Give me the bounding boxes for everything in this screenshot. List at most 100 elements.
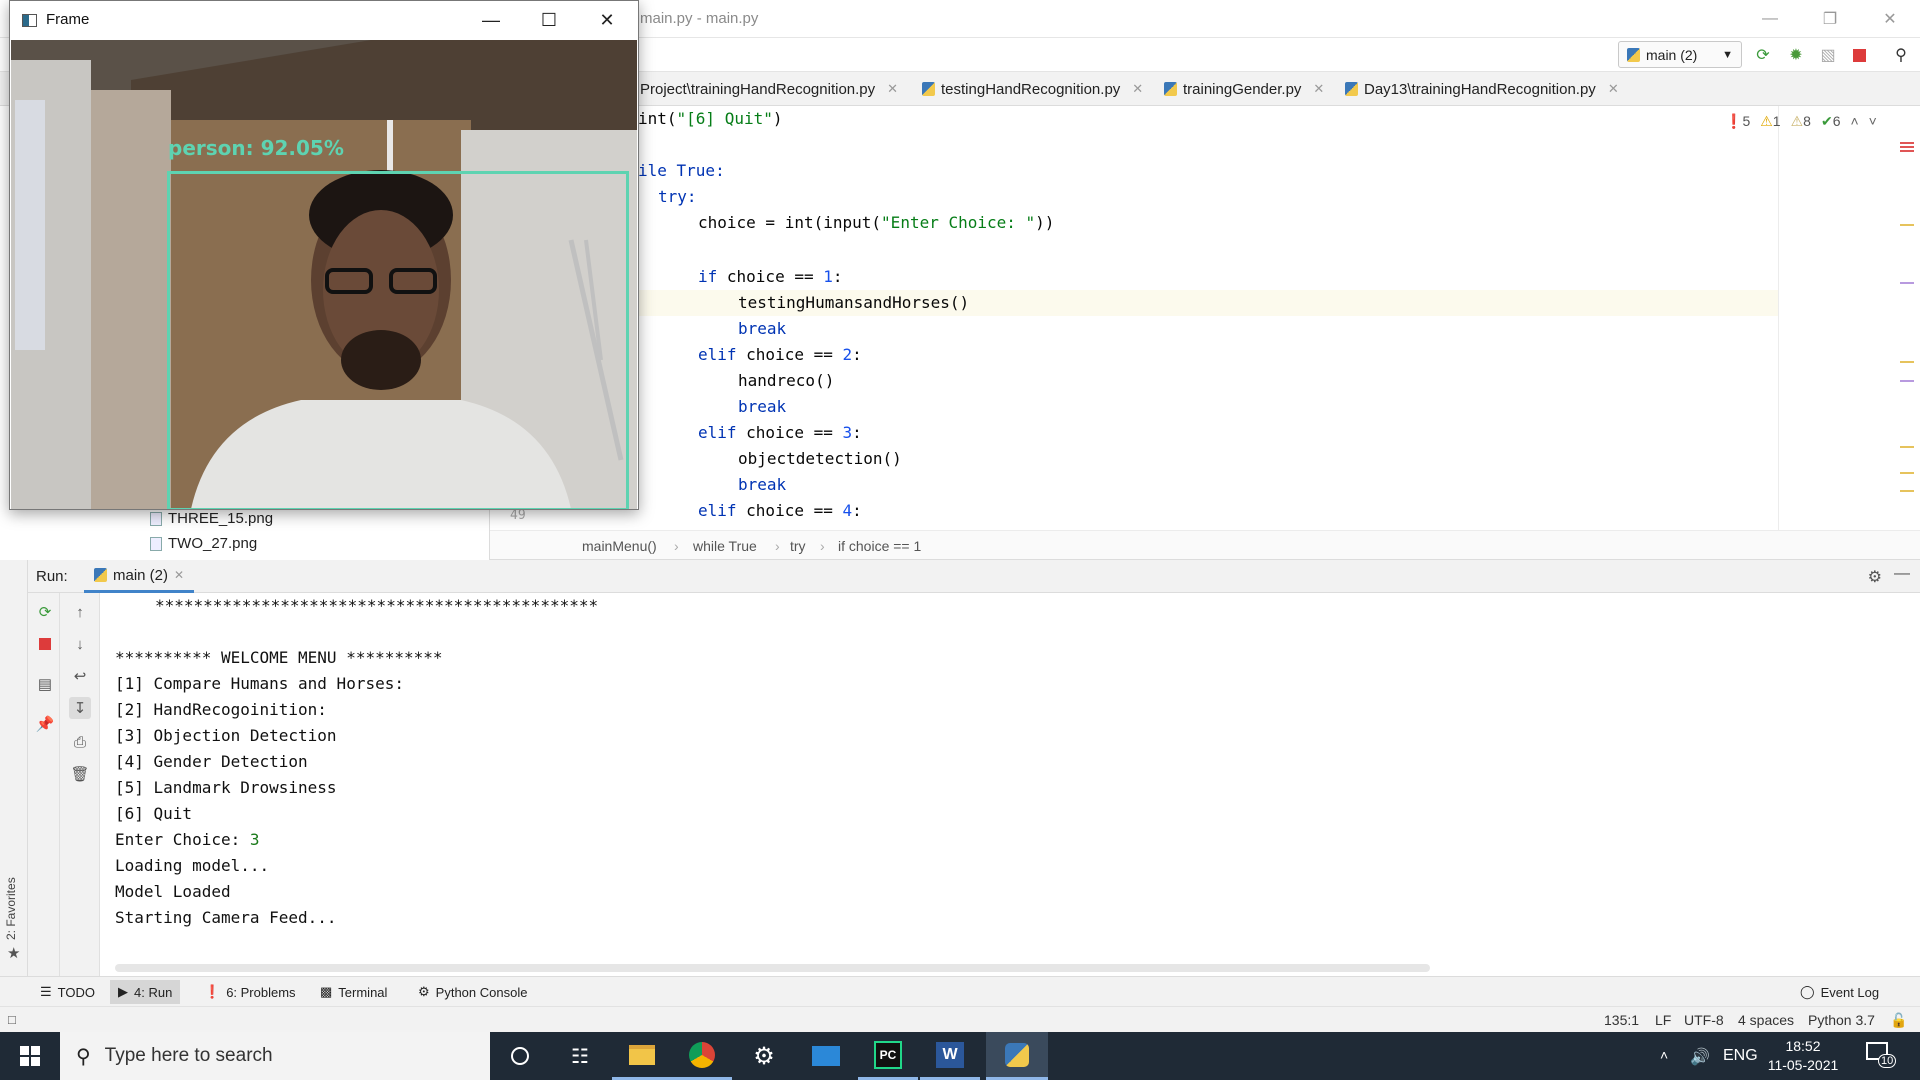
cortana-button[interactable] [490, 1032, 550, 1080]
image-file-icon [150, 511, 162, 526]
stop-icon[interactable] [1848, 44, 1870, 66]
error-count[interactable]: ❗5 [1725, 113, 1750, 130]
tab-day13-traininghandrecognition[interactable]: Day13\trainingHandRecognition.py ✕ [1345, 72, 1619, 106]
notification-center-icon[interactable]: 10 [1866, 1042, 1897, 1070]
run-tab-main[interactable]: main (2) ✕ [84, 560, 195, 593]
gear-icon[interactable]: ⚙ [1868, 567, 1882, 587]
coverage-icon[interactable]: ▧ [1817, 44, 1839, 66]
clock[interactable]: 18:52 11-05-2021 [1758, 1037, 1848, 1075]
warning-stripe-mark[interactable] [1900, 361, 1914, 363]
line-separator[interactable]: LF [1655, 1012, 1671, 1028]
breadcrumb-item[interactable]: if choice == 1 [838, 538, 921, 554]
list-icon: ☰ [40, 984, 52, 999]
run-config-select[interactable]: main (2) ▼ [1618, 41, 1742, 68]
close-icon[interactable]: ✕ [1313, 81, 1324, 97]
console-horizontal-scrollbar[interactable] [115, 964, 1430, 972]
start-button[interactable] [0, 1032, 60, 1080]
code-editor[interactable]: int("[6] Quit") ile True: try: choice = … [490, 106, 1920, 530]
warning-count[interactable]: ⚠1 [1760, 113, 1780, 130]
python-app-icon[interactable] [986, 1032, 1048, 1080]
weak-warning-count[interactable]: ⚠8 [1791, 113, 1811, 130]
file-explorer-icon[interactable] [612, 1032, 672, 1080]
rerun-icon[interactable]: ⟳ [1752, 44, 1774, 66]
warning-stripe-mark[interactable] [1900, 224, 1914, 226]
stripe-mark[interactable] [1900, 282, 1914, 284]
breadcrumb-item[interactable]: try [790, 538, 806, 554]
stripe-mark[interactable] [1900, 380, 1914, 382]
terminal-tool-button[interactable]: ▩ Terminal [312, 980, 395, 1004]
warning-icon: ⚠ [1760, 113, 1773, 129]
inspection-widget[interactable]: ❗5 ⚠1 ⚠8 ✔6 ˄ ˅ [1725, 113, 1877, 130]
todo-tool-button[interactable]: ☰ TODO [32, 980, 103, 1004]
favorites-tool-button[interactable]: 2: Favorites [4, 877, 18, 940]
settings-icon[interactable]: ⚙ [734, 1032, 794, 1080]
layout-toggle-icon[interactable]: □ [8, 1012, 16, 1027]
mail-icon[interactable] [796, 1032, 856, 1080]
trash-icon[interactable]: 🗑 [69, 763, 91, 785]
close-icon[interactable]: ✕ [174, 568, 184, 582]
word-icon[interactable]: W [920, 1032, 980, 1080]
layout-icon[interactable]: ▤ [34, 673, 56, 695]
frame-minimize-button[interactable]: — [462, 1, 520, 40]
warning-stripe-mark[interactable] [1900, 472, 1914, 474]
pin-icon[interactable]: 📌 [34, 713, 56, 735]
ide-restore-button[interactable]: ❐ [1800, 0, 1860, 38]
lock-icon[interactable]: 🔓 [1890, 1012, 1907, 1029]
frame-maximize-button[interactable]: ☐ [520, 1, 578, 40]
run-tool-button[interactable]: ▶ 4: Run [110, 980, 181, 1004]
close-icon[interactable]: ✕ [1608, 81, 1619, 97]
task-view-button[interactable]: ☷ [550, 1032, 610, 1080]
python-interpreter[interactable]: Python 3.7 [1808, 1012, 1875, 1028]
minimize-panel-icon[interactable]: — [1894, 565, 1910, 583]
tree-item-two-27[interactable]: TWO_27.png [150, 535, 257, 552]
stop-icon[interactable] [34, 633, 56, 655]
error-stripe[interactable] [1900, 140, 1914, 530]
problems-tool-button[interactable]: ❗ 6: Problems [196, 980, 304, 1004]
arrow-up-icon[interactable]: ↑ [69, 601, 91, 623]
soft-wrap-icon[interactable]: ↩ [69, 665, 91, 687]
close-icon[interactable]: ✕ [887, 81, 898, 97]
close-icon[interactable]: ✕ [1132, 81, 1143, 97]
breadcrumb-item[interactable]: mainMenu() [582, 538, 657, 554]
console-line: ********** WELCOME MENU ********** [115, 648, 443, 667]
tab-testinghandrecognition[interactable]: testingHandRecognition.py ✕ [922, 72, 1143, 106]
breadcrumb-item[interactable]: while True [693, 538, 757, 554]
indent-setting[interactable]: 4 spaces [1738, 1012, 1794, 1028]
tree-item-three-15[interactable]: THREE_15.png [150, 510, 273, 527]
taskbar-search[interactable]: ⚲ Type here to search [60, 1032, 490, 1080]
status-bar: □ 135:1 LF UTF-8 4 spaces Python 3.7 🔓 [0, 1006, 1920, 1032]
chevron-up-icon[interactable]: ˄ [1850, 113, 1858, 130]
run-console[interactable]: ****************************************… [100, 593, 1910, 976]
arrow-down-icon[interactable]: ↓ [69, 633, 91, 655]
debug-icon[interactable]: ✹ [1785, 44, 1807, 66]
warning-stripe-mark[interactable] [1900, 490, 1914, 492]
desktop: main.py - main.py — ❐ ✕ main (2) ▼ ⟳ ✹ ▧… [0, 0, 1920, 1080]
frame-window[interactable]: Frame — ☐ ✕ person: 92.05% [9, 0, 639, 510]
search-icon[interactable]: ⚲ [1890, 44, 1912, 66]
tab-traininggender[interactable]: trainingGender.py ✕ [1164, 72, 1324, 106]
error-stripe-mark[interactable] [1900, 142, 1914, 154]
print-icon[interactable]: ⎙ [69, 731, 91, 753]
chevron-up-icon[interactable]: ˄ [1660, 1047, 1668, 1063]
tab-project-traininghandrecognition[interactable]: Project\trainingHandRecognition.py ✕ [640, 72, 898, 106]
language-indicator[interactable]: ENG [1723, 1047, 1758, 1065]
chrome-icon[interactable] [672, 1032, 732, 1080]
scroll-to-end-icon[interactable]: ↧ [69, 697, 91, 719]
frame-close-button[interactable]: ✕ [578, 1, 636, 40]
code-line: if choice == 1: [698, 267, 843, 286]
typo-count[interactable]: ✔6 [1821, 113, 1841, 130]
volume-icon[interactable]: 🔊 [1690, 1047, 1710, 1067]
warning-stripe-mark[interactable] [1900, 446, 1914, 448]
star-icon[interactable]: ★ [7, 944, 20, 962]
event-log-tool-button[interactable]: ◯ Event Log [1792, 980, 1887, 1004]
file-encoding[interactable]: UTF-8 [1684, 1012, 1724, 1028]
ide-close-button[interactable]: ✕ [1860, 0, 1920, 38]
rerun-icon[interactable]: ⟳ [34, 601, 56, 623]
frame-titlebar[interactable]: Frame — ☐ ✕ [10, 1, 638, 40]
pycharm-icon[interactable]: PC [858, 1032, 918, 1080]
search-placeholder[interactable]: Type here to search [105, 1045, 273, 1067]
caret-position[interactable]: 135:1 [1604, 1012, 1639, 1028]
chevron-down-icon[interactable]: ˅ [1869, 113, 1877, 130]
python-console-tool-button[interactable]: ⚙ Python Console [410, 980, 535, 1004]
ide-minimize-button[interactable]: — [1740, 0, 1800, 38]
